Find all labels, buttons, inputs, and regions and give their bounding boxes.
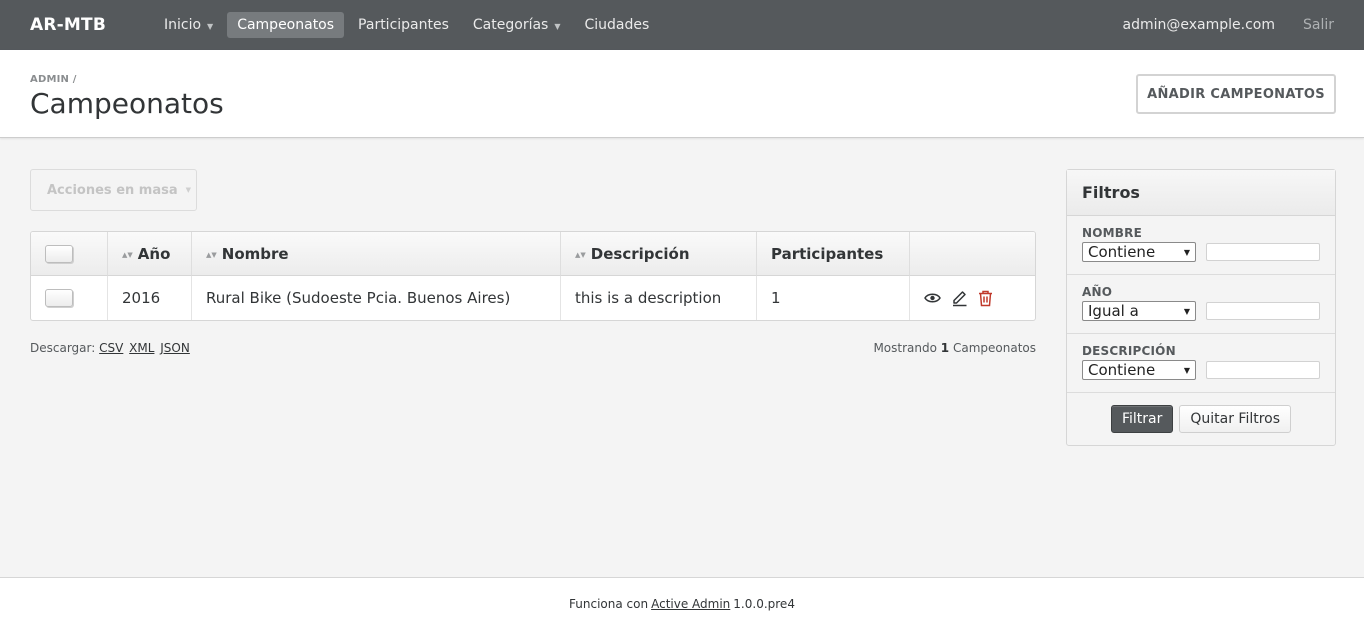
filter-submit-button[interactable]: Filtrar (1110, 405, 1174, 433)
cell-participants: 1 (757, 276, 910, 320)
nav-item-categorias[interactable]: Categorías ▼ (463, 12, 571, 38)
select-value: Contiene (1088, 361, 1156, 379)
filters-panel: Filtros NOMBRE Contiene ▼ AÑO Igual a ▼ … (1066, 169, 1336, 446)
batch-actions-label: Acciones en masa (47, 182, 178, 198)
column-label: Año (137, 244, 171, 263)
nav-item-campeonatos[interactable]: Campeonatos (227, 12, 345, 38)
column-header-year[interactable]: ▲▼ Año (108, 232, 192, 276)
footer-version: 1.0.0.pre4 (733, 596, 795, 611)
filter-nombre: NOMBRE Contiene ▼ (1067, 216, 1335, 275)
filter-descripcion-input[interactable] (1206, 361, 1320, 379)
footer: Funciona con Active Admin 1.0.0.pre4 (0, 577, 1364, 629)
title-bar: ADMIN / Campeonatos AÑADIR CAMPEONATOS (0, 50, 1364, 138)
cell-year: 2016 (108, 276, 192, 320)
row-checkbox[interactable] (45, 289, 73, 308)
chevron-down-icon: ▼ (554, 21, 561, 31)
select-value: Igual a (1088, 302, 1139, 320)
filter-label: AÑO (1082, 285, 1113, 299)
filters-title: Filtros (1067, 170, 1335, 216)
select-value: Contiene (1088, 243, 1156, 261)
nav-item-label: Campeonatos (237, 17, 335, 33)
sort-icon: ▲▼ (575, 250, 586, 259)
batch-actions-button[interactable]: Acciones en masa ▼ (30, 169, 197, 211)
current-user-link[interactable]: admin@example.com (1123, 17, 1275, 33)
column-header-name[interactable]: ▲▼ Nombre (192, 232, 561, 276)
cell-name: Rural Bike (Sudoeste Pcia. Buenos Aires) (192, 276, 561, 320)
column-header-participants: Participantes (757, 232, 910, 276)
nav-item-participantes[interactable]: Participantes (348, 12, 459, 38)
clear-filters-button[interactable]: Quitar Filtros (1179, 405, 1292, 433)
filter-nombre-input[interactable] (1206, 243, 1320, 261)
utility-nav: admin@example.com Salir (1123, 17, 1335, 33)
chevron-down-icon: ▼ (207, 21, 214, 31)
download-json-link[interactable]: JSON (160, 341, 190, 355)
cell-description: this is a description (561, 276, 757, 320)
nav-item-ciudades[interactable]: Ciudades (575, 12, 660, 38)
column-header-actions (910, 232, 1035, 276)
download-links: Descargar: CSV XML JSON (30, 341, 192, 355)
filter-label: DESCRIPCIÓN (1082, 344, 1176, 358)
view-icon[interactable] (924, 292, 941, 304)
table-footer: Descargar: CSV XML JSON Mostrando 1 Camp… (30, 341, 1036, 355)
column-label: Participantes (771, 244, 884, 263)
filter-buttons: Filtrar Quitar Filtros (1067, 393, 1335, 445)
filter-operator-select[interactable]: Contiene ▼ (1082, 360, 1196, 380)
main-menu: Inicio ▼ Campeonatos Participantes Categ… (154, 12, 1123, 38)
sort-icon: ▲▼ (206, 250, 217, 259)
download-label: Descargar: (30, 341, 96, 355)
select-all-column (31, 232, 108, 276)
select-all-checkbox[interactable] (45, 244, 73, 263)
site-title[interactable]: AR-MTB (30, 15, 106, 35)
table-header-row: ▲▼ Año ▲▼ Nombre ▲▼ Descripción Participant… (31, 232, 1035, 276)
nav-item-label: Participantes (358, 17, 449, 33)
column-label: Descripción (590, 244, 690, 263)
count-suffix: Campeonatos (952, 341, 1036, 355)
top-navigation-bar: AR-MTB Inicio ▼ Campeonatos Participante… (0, 0, 1364, 50)
count-value: 1 (940, 341, 950, 355)
pagination-info: Mostrando 1 Campeonatos (873, 341, 1036, 355)
nav-item-inicio[interactable]: Inicio ▼ (154, 12, 223, 38)
filter-label: NOMBRE (1082, 226, 1142, 240)
main-content: Acciones en masa ▼ ▲▼ Año ▲▼ Nombre ▲▼ Desc… (30, 169, 1036, 355)
count-prefix: Mostrando (873, 341, 937, 355)
chevron-down-icon: ▼ (1183, 365, 1190, 375)
edit-icon[interactable] (951, 290, 968, 307)
sort-icon: ▲▼ (122, 250, 133, 259)
nav-item-label: Inicio (163, 17, 202, 33)
download-xml-link[interactable]: XML (129, 341, 154, 355)
filter-operator-select[interactable]: Igual a ▼ (1082, 301, 1196, 321)
column-header-description[interactable]: ▲▼ Descripción (561, 232, 757, 276)
nav-item-label: Ciudades (584, 17, 650, 33)
table-row: 2016 Rural Bike (Sudoeste Pcia. Buenos A… (31, 276, 1035, 320)
active-admin-link[interactable]: Active Admin (651, 597, 730, 611)
chevron-down-icon: ▼ (185, 186, 192, 194)
download-csv-link[interactable]: CSV (99, 341, 123, 355)
row-select-cell (31, 276, 108, 320)
filter-ano-input[interactable] (1206, 302, 1320, 320)
logout-link[interactable]: Salir (1303, 17, 1334, 33)
add-campeonato-button[interactable]: AÑADIR CAMPEONATOS (1136, 74, 1336, 114)
nav-item-label: Categorías (472, 17, 549, 33)
column-label: Nombre (221, 244, 289, 263)
cell-actions (910, 276, 1035, 320)
filter-ano: AÑO Igual a ▼ (1067, 275, 1335, 334)
filter-operator-select[interactable]: Contiene ▼ (1082, 242, 1196, 262)
chevron-down-icon: ▼ (1183, 247, 1190, 257)
index-table: ▲▼ Año ▲▼ Nombre ▲▼ Descripción Participant… (30, 231, 1036, 321)
footer-prefix: Funciona con (569, 596, 649, 611)
chevron-down-icon: ▼ (1183, 306, 1190, 316)
filter-descripcion: DESCRIPCIÓN Contiene ▼ (1067, 334, 1335, 393)
delete-icon[interactable] (978, 290, 993, 307)
